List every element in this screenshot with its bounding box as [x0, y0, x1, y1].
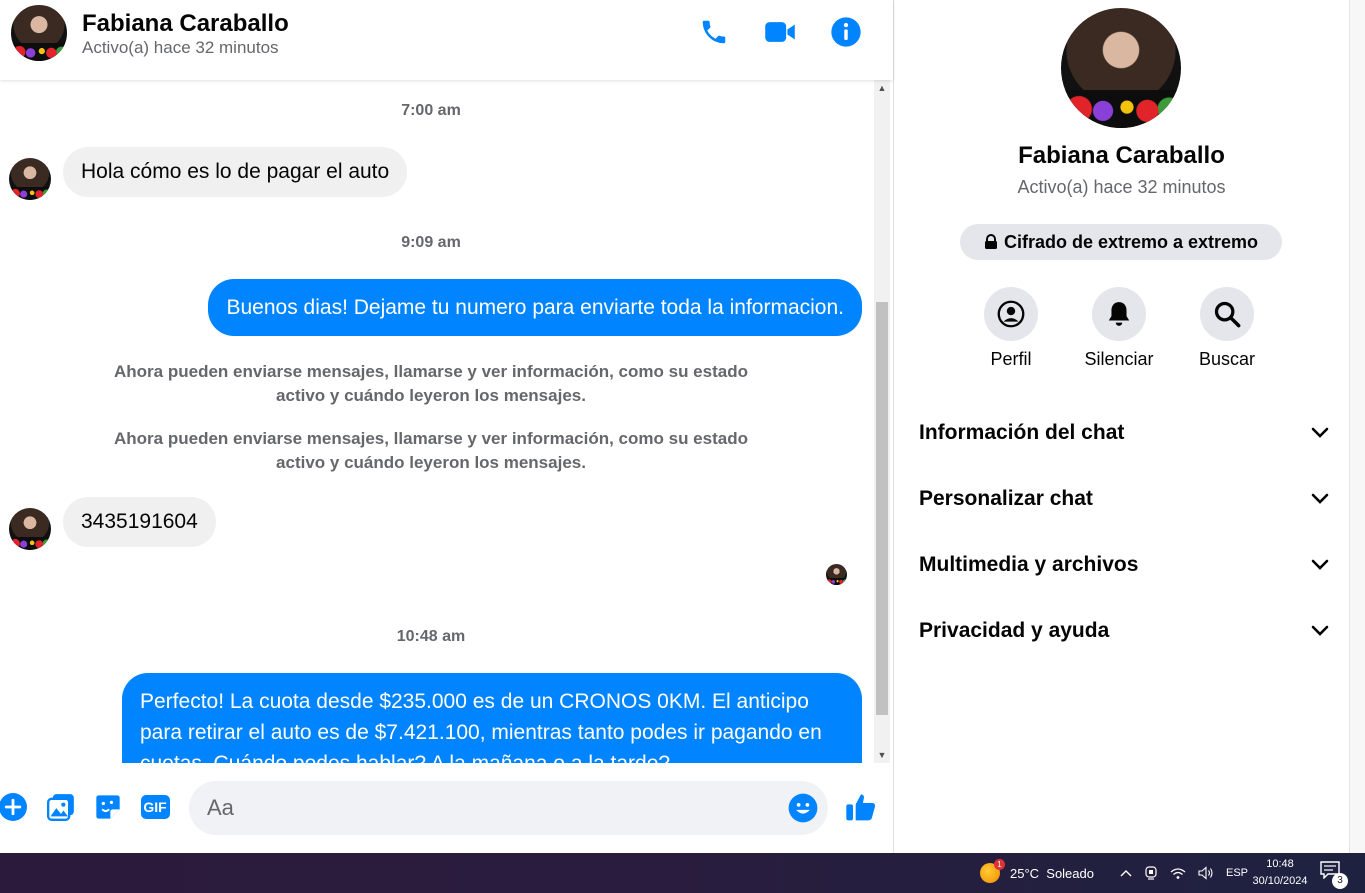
message-avatar[interactable]	[9, 158, 51, 200]
outgoing-message[interactable]: Buenos dias! Dejame tu numero para envia…	[208, 279, 862, 336]
meet-now-icon[interactable]	[1144, 866, 1158, 880]
wifi-icon[interactable]	[1170, 866, 1186, 880]
weather-badge: 1	[994, 859, 1005, 870]
section-label: Multimedia y archivos	[919, 553, 1139, 576]
timestamp: 9:09 am	[401, 234, 461, 251]
conversation-info-button[interactable]	[828, 14, 864, 50]
section-privacy-help[interactable]: Privacidad y ayuda	[919, 611, 1329, 651]
more-actions-button[interactable]	[0, 792, 28, 822]
sticker-icon	[96, 795, 120, 819]
notification-count: 3	[1332, 873, 1348, 889]
gif-button[interactable]: GIF	[140, 792, 170, 822]
thumbs-up-icon	[846, 794, 876, 821]
video-call-button[interactable]	[762, 14, 798, 50]
search-label: Buscar	[1198, 349, 1256, 369]
profile-button[interactable]	[984, 287, 1038, 341]
contact-status: Activo(a) hace 32 minutos	[82, 38, 279, 57]
profile-status: Activo(a) hace 32 minutos	[1017, 177, 1226, 197]
bell-icon	[1108, 302, 1130, 326]
sun-icon: 1	[980, 859, 1005, 883]
emoji-icon	[788, 793, 818, 823]
attach-image-button[interactable]	[46, 792, 76, 822]
outgoing-message[interactable]: Perfecto! La cuota desde $235.000 es de …	[122, 673, 862, 763]
system-notice: Ahora pueden enviarse mensajes, llamarse…	[114, 362, 748, 405]
chevron-down-icon	[1311, 427, 1329, 438]
scroll-down-arrow-icon[interactable]: ▼	[874, 747, 890, 763]
section-chat-info[interactable]: Información del chat	[919, 413, 1329, 453]
lock-icon	[984, 234, 997, 249]
profile-action[interactable]: Perfil	[966, 287, 1056, 370]
system-tray: ESP	[1120, 853, 1248, 893]
weather-widget[interactable]: 1 25°C Soleado	[980, 853, 1094, 893]
clock-time: 10:48	[1266, 858, 1294, 870]
profile-icon	[997, 300, 1025, 328]
taskbar-clock[interactable]: 10:48 30/10/2024	[1244, 856, 1316, 890]
gif-icon: GIF	[140, 795, 170, 819]
mute-button[interactable]	[1092, 287, 1146, 341]
profile-name: Fabiana Caraballo	[1018, 142, 1225, 169]
section-label: Privacidad y ayuda	[919, 619, 1110, 642]
section-customize-chat[interactable]: Personalizar chat	[919, 479, 1329, 519]
volume-icon[interactable]	[1198, 866, 1214, 880]
clock-date: 30/10/2024	[1252, 875, 1308, 887]
search-button[interactable]	[1200, 287, 1254, 341]
page-scrollbar[interactable]	[1349, 0, 1365, 853]
contact-name[interactable]: Fabiana Caraballo	[82, 10, 289, 38]
chat-header: Fabiana Caraballo Activo(a) hace 32 minu…	[0, 0, 893, 80]
phone-icon	[702, 20, 726, 44]
windows-taskbar: 1 25°C Soleado ESP 10:48 30/10/2024 3	[0, 853, 1365, 893]
video-camera-icon	[765, 22, 795, 42]
image-icon	[47, 794, 74, 821]
search-icon	[1214, 301, 1241, 328]
emoji-button[interactable]	[788, 793, 818, 823]
chevron-down-icon	[1311, 625, 1329, 636]
chevron-down-icon	[1311, 493, 1329, 504]
scroll-up-arrow-icon[interactable]: ▲	[874, 80, 890, 96]
message-input[interactable]	[207, 781, 777, 835]
mute-label: Silenciar	[1084, 349, 1154, 369]
scroll-thumb[interactable]	[876, 302, 888, 715]
notification-center-button[interactable]: 3	[1320, 861, 1348, 889]
incoming-message[interactable]: Hola cómo es lo de pagar el auto	[63, 147, 408, 197]
plus-icon	[0, 793, 27, 821]
chat-pane: Fabiana Caraballo Activo(a) hace 32 minu…	[0, 0, 893, 853]
profile-avatar[interactable]	[1061, 8, 1181, 128]
incoming-message[interactable]: 3435191604	[63, 497, 216, 547]
timestamp: 7:00 am	[401, 102, 461, 119]
system-notice: Ahora pueden enviarse mensajes, llamarse…	[114, 429, 748, 472]
message-input-box[interactable]	[189, 781, 828, 835]
section-media-files[interactable]: Multimedia y archivos	[919, 545, 1329, 585]
encryption-label: Cifrado de extremo a extremo	[1003, 231, 1259, 252]
chevron-up-icon[interactable]	[1120, 869, 1132, 877]
encryption-badge[interactable]: Cifrado de extremo a extremo	[960, 224, 1282, 260]
message-composer: GIF	[0, 763, 893, 853]
voice-call-button[interactable]	[696, 14, 732, 50]
message-avatar[interactable]	[9, 508, 51, 550]
conversation-info-panel: Fabiana Caraballo Activo(a) hace 32 minu…	[894, 0, 1349, 853]
seen-receipt-avatar	[826, 564, 847, 585]
send-like-button[interactable]	[844, 790, 878, 824]
chevron-down-icon	[1311, 559, 1329, 570]
sticker-button[interactable]	[93, 792, 123, 822]
mute-action[interactable]: Silenciar	[1074, 287, 1164, 370]
section-label: Información del chat	[919, 421, 1125, 444]
contact-avatar[interactable]	[9, 3, 69, 63]
timestamp: 10:48 am	[396, 628, 466, 645]
chat-scrollbar[interactable]: ▲ ▼	[874, 80, 890, 763]
section-label: Personalizar chat	[919, 487, 1093, 510]
search-action[interactable]: Buscar	[1182, 287, 1272, 370]
message-list[interactable]: 7:00 am Hola cómo es lo de pagar el auto…	[0, 80, 874, 763]
info-icon	[831, 17, 861, 47]
profile-label: Perfil	[990, 349, 1032, 369]
weather-text: 25°C Soleado	[1010, 865, 1094, 881]
